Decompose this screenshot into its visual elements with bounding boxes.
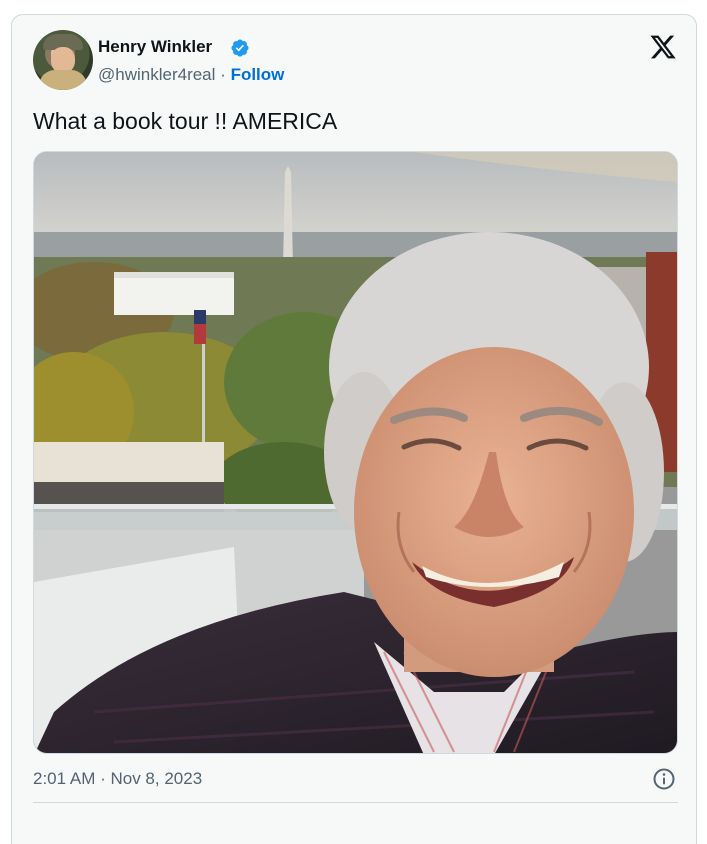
author-name[interactable]: Henry Winkler	[98, 37, 212, 57]
author-handle[interactable]: @hwinkler4real	[98, 65, 215, 84]
x-logo-icon[interactable]	[648, 33, 678, 61]
divider	[33, 802, 678, 803]
tweet-timestamp[interactable]: 2:01 AM · Nov 8, 2023	[33, 769, 202, 789]
verified-badge-icon	[231, 39, 249, 57]
embedded-tweet-card: Henry Winkler @hwinkler4real · Follow Wh…	[11, 14, 697, 844]
avatar[interactable]	[33, 30, 93, 90]
author-handle-line: @hwinkler4real · Follow	[98, 65, 284, 85]
tweet-text: What a book tour !! AMERICA	[33, 108, 338, 134]
info-icon[interactable]	[652, 767, 676, 791]
selfie-rooftop-image	[34, 152, 677, 753]
avatar-shirt	[39, 70, 87, 90]
tweet-photo[interactable]	[33, 151, 678, 754]
follow-button[interactable]: Follow	[231, 65, 285, 84]
handle-separator: ·	[220, 65, 226, 84]
